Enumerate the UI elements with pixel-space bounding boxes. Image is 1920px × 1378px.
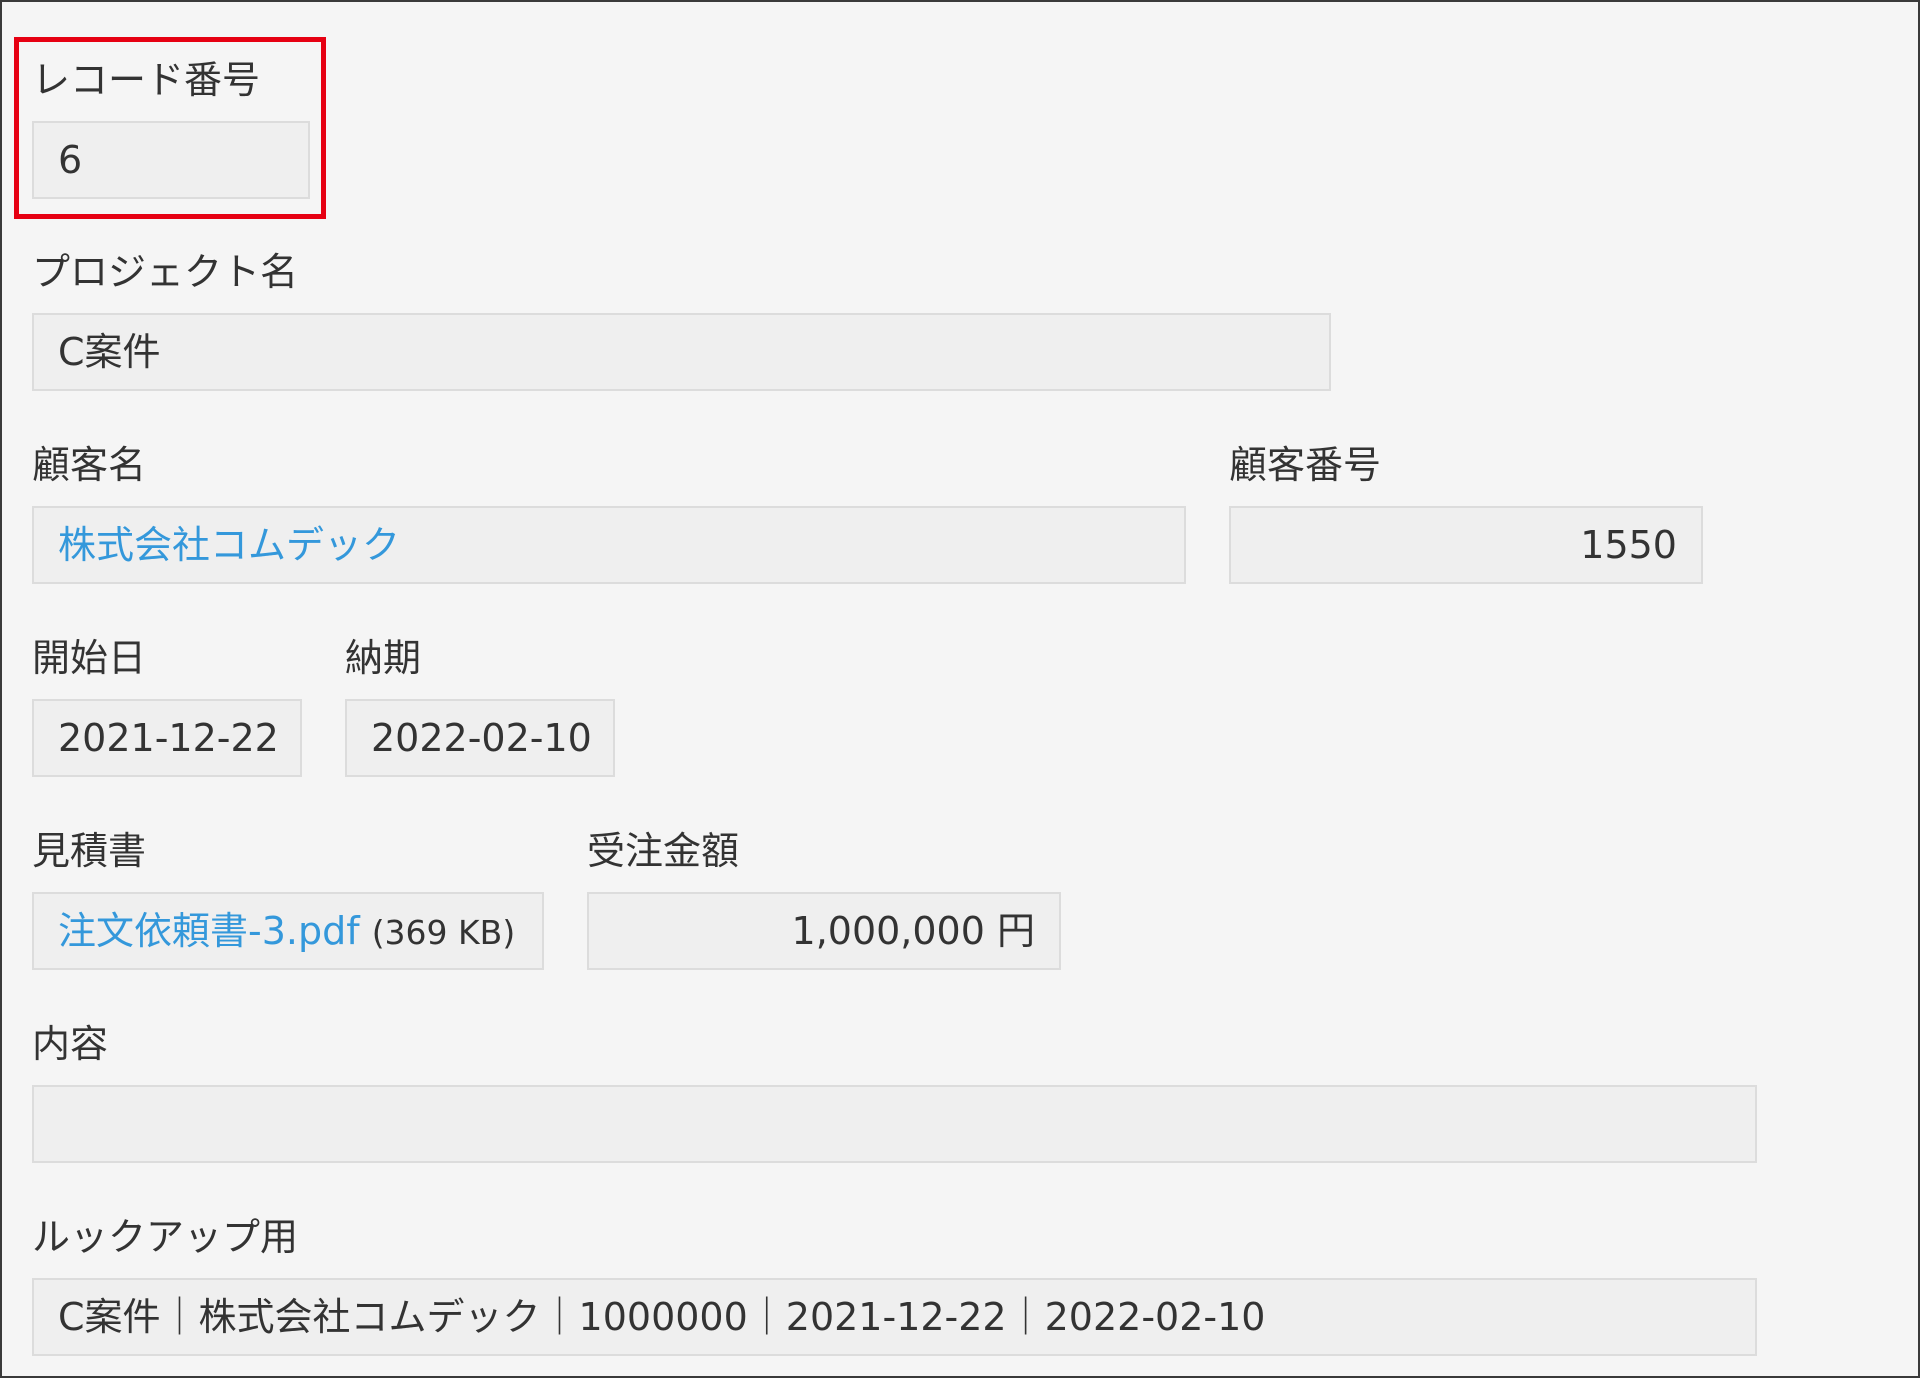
project-name-field: C案件 xyxy=(32,313,1331,391)
project-name-label: プロジェクト名 xyxy=(32,250,299,294)
due-date-field: 2022-02-10 xyxy=(345,699,615,777)
lookup-field: C案件｜株式会社コムデック｜1000000｜2021-12-22｜2022-02… xyxy=(32,1278,1757,1356)
due-date-label: 納期 xyxy=(345,636,422,680)
quote-file-link[interactable]: 注文依頼書-3.pdf xyxy=(58,909,360,953)
customer-number-value: 1550 xyxy=(1580,523,1677,567)
lookup-label: ルックアップ用 xyxy=(32,1215,299,1259)
customer-number-label: 顧客番号 xyxy=(1229,443,1382,487)
record-detail-panel: レコード番号 6 プロジェクト名 C案件 顧客名 株式会社コムデック 顧客番号 … xyxy=(0,0,1920,1378)
customer-name-label: 顧客名 xyxy=(32,443,147,487)
customer-name-field: 株式会社コムデック xyxy=(32,506,1186,584)
order-amount-value: 1,000,000 円 xyxy=(791,909,1035,953)
project-name-value: C案件 xyxy=(58,330,161,374)
lookup-value: C案件｜株式会社コムデック｜1000000｜2021-12-22｜2022-02… xyxy=(58,1295,1266,1339)
customer-name-link[interactable]: 株式会社コムデック xyxy=(58,523,400,567)
start-date-value: 2021-12-22 xyxy=(58,716,279,760)
content-field xyxy=(32,1085,1757,1163)
quote-field: 注文依頼書-3.pdf (369 KB) xyxy=(32,892,544,970)
record-number-value: 6 xyxy=(58,138,83,182)
due-date-value: 2022-02-10 xyxy=(371,716,592,760)
quote-file-size: (369 KB) xyxy=(371,913,516,952)
customer-number-field: 1550 xyxy=(1229,506,1703,584)
order-amount-field: 1,000,000 円 xyxy=(587,892,1061,970)
record-number-field: 6 xyxy=(32,121,310,199)
record-number-label: レコード番号 xyxy=(32,58,261,102)
start-date-label: 開始日 xyxy=(32,636,147,680)
order-amount-label: 受注金額 xyxy=(587,829,740,873)
quote-label: 見積書 xyxy=(32,829,147,873)
start-date-field: 2021-12-22 xyxy=(32,699,302,777)
content-label: 内容 xyxy=(32,1022,109,1066)
